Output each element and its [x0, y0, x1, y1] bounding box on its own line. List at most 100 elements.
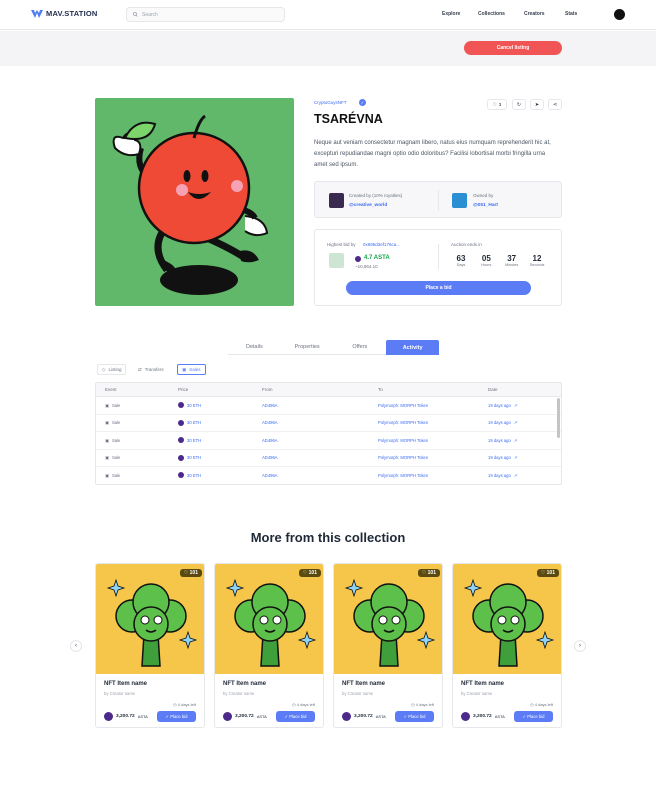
nft-creator: by Creator name	[342, 691, 374, 696]
auction-label: Auction ends in	[451, 242, 482, 247]
nft-card[interactable]: ♡ 101 NFT Item name by Creator name ◷ 4 …	[214, 563, 324, 728]
logo[interactable]: MAV.STATION	[31, 9, 98, 18]
user-avatar[interactable]	[614, 9, 625, 20]
tag-icon: ◇	[102, 366, 106, 372]
countdown-minutes: 37 Minutes	[505, 254, 519, 267]
row-to[interactable]: Polymorph: MORPH Token	[369, 438, 479, 443]
nft-place-bid-button[interactable]: ✓ Place bid	[276, 711, 315, 722]
refresh-button[interactable]: ↻	[512, 99, 526, 110]
check-icon: ✓	[403, 714, 408, 719]
nav-creators[interactable]: Creators	[524, 11, 545, 17]
heart-icon: ♡	[183, 570, 189, 576]
filter-sales[interactable]: ▣ Sales	[177, 364, 206, 375]
nft-likes[interactable]: ♡ 101	[536, 569, 559, 577]
tab-offers[interactable]: Offers	[333, 340, 387, 355]
row-from[interactable]: AD496A	[253, 455, 369, 460]
nft-likes[interactable]: ♡ 101	[417, 569, 440, 577]
table-scrollbar[interactable]	[557, 398, 560, 438]
carousel-next-button[interactable]: ›	[574, 640, 586, 652]
nav-collections[interactable]: Collections	[478, 11, 505, 17]
external-link-icon: ↗	[513, 420, 518, 426]
nft-place-bid-button[interactable]: ✓ Place bid	[157, 711, 196, 722]
place-bid-button[interactable]: Place a bid	[346, 281, 531, 295]
broccoli-character-illustration	[344, 578, 436, 667]
nft-time-left: ◷ 4 days left	[292, 702, 315, 707]
nav-stats[interactable]: Stats	[565, 11, 577, 17]
send-button[interactable]: ➤	[530, 99, 544, 110]
heart-icon: ♡	[540, 570, 546, 576]
heart-icon: ♡	[421, 570, 427, 576]
filter-transfers[interactable]: ⇄ Transfers	[134, 364, 168, 375]
clock-icon: ◷	[411, 702, 415, 707]
nft-likes[interactable]: ♡ 101	[298, 569, 321, 577]
clock-icon: ◷	[173, 702, 177, 707]
tab-activity[interactable]: Activity	[386, 340, 439, 355]
broccoli-character-illustration	[463, 578, 555, 667]
row-date[interactable]: 19 days ago ↗	[479, 455, 561, 460]
bid-amount: 4.7 ASTA	[364, 255, 390, 261]
row-to[interactable]: Polymorph: MORPH Token	[369, 403, 479, 408]
search-input[interactable]: Search	[126, 7, 285, 22]
row-from[interactable]: AD496A	[253, 420, 369, 425]
row-from[interactable]: AD496A	[253, 473, 369, 478]
collection-link[interactable]: CryptoGuysNFT	[314, 100, 347, 105]
row-to[interactable]: Polymorph: MORPH Token	[369, 420, 479, 425]
nav-explore[interactable]: Explore	[442, 11, 460, 17]
owned-by-label: Owned by	[473, 193, 494, 198]
tab-properties[interactable]: Properties	[280, 340, 334, 355]
tab-details[interactable]: Details	[228, 340, 281, 355]
eth-icon	[178, 454, 184, 461]
nft-card[interactable]: ♡ 101 NFT Item name by Creator name ◷ 4 …	[452, 563, 562, 728]
share-button[interactable]: ⋖	[548, 99, 562, 110]
highest-bidder-link[interactable]: 0x695d3ef176ca…	[363, 242, 401, 247]
row-price: 30 ETH	[169, 402, 253, 409]
cart-icon: ▣	[105, 402, 109, 408]
filter-listing-label: Listing	[108, 367, 122, 372]
nft-creator: by Creator name	[104, 691, 136, 696]
owner-avatar[interactable]	[452, 193, 467, 208]
row-from[interactable]: AD496A	[253, 438, 369, 443]
row-price: 30 ETH	[169, 437, 253, 444]
row-to[interactable]: Polymorph: MORPH Token	[369, 473, 479, 478]
highest-bid-label: Highest bid by	[327, 242, 356, 247]
like-button[interactable]: ♡ 3	[487, 99, 507, 110]
external-link-icon: ↗	[513, 437, 518, 443]
check-icon: ✓	[522, 714, 527, 719]
eth-icon	[178, 419, 184, 426]
col-price: Price	[178, 387, 189, 392]
countdown-hours: 05 Hours	[481, 254, 492, 267]
col-from: From	[262, 387, 273, 392]
chevron-right-icon: ›	[579, 643, 581, 649]
row-to[interactable]: Polymorph: MORPH Token	[369, 455, 479, 460]
nft-price: 3,200.72 ASTA	[342, 712, 386, 721]
asta-coin-icon	[104, 712, 113, 721]
owner-link[interactable]: @051_Hart	[473, 203, 498, 208]
nft-card-image: ♡ 101	[96, 564, 204, 674]
share-icon: ⋖	[552, 101, 558, 108]
row-date[interactable]: 19 days ago ↗	[479, 473, 561, 478]
row-from[interactable]: AD496A	[253, 403, 369, 408]
nft-place-bid-button[interactable]: ✓ Place bid	[514, 711, 553, 722]
nft-name: NFT Item name	[223, 681, 267, 687]
col-event: Event	[105, 387, 117, 392]
row-date[interactable]: 19 days ago ↗	[479, 420, 561, 425]
creator-link[interactable]: @creative_world	[349, 203, 387, 208]
nft-likes[interactable]: ♡ 101	[179, 569, 202, 577]
row-event: ▣ Sale	[105, 437, 121, 443]
cancel-listing-button[interactable]: Cancel listing	[464, 41, 562, 55]
asta-coin-icon	[342, 712, 351, 721]
creator-avatar[interactable]	[329, 193, 344, 208]
row-date[interactable]: 19 days ago ↗	[479, 438, 561, 443]
asta-coin-icon	[355, 256, 361, 262]
row-date[interactable]: 19 days ago ↗	[479, 403, 561, 408]
more-collection-title: More from this collection	[250, 530, 406, 545]
cart-icon: ▣	[105, 472, 109, 478]
carousel-prev-button[interactable]: ‹	[70, 640, 82, 652]
nft-time-left: ◷ 4 days left	[530, 702, 553, 707]
nft-place-bid-button[interactable]: ✓ Place bid	[395, 711, 434, 722]
nft-card-image: ♡ 101	[334, 564, 442, 674]
nft-card[interactable]: ♡ 101 NFT Item name by Creator name ◷ 4 …	[95, 563, 205, 728]
filter-listing[interactable]: ◇ Listing	[97, 364, 127, 375]
table-row: ▣ Sale 30 ETH AD496A Polymorph: MORPH Tok…	[96, 450, 561, 467]
nft-card[interactable]: ♡ 101 NFT Item name by Creator name ◷ 4 …	[333, 563, 443, 728]
